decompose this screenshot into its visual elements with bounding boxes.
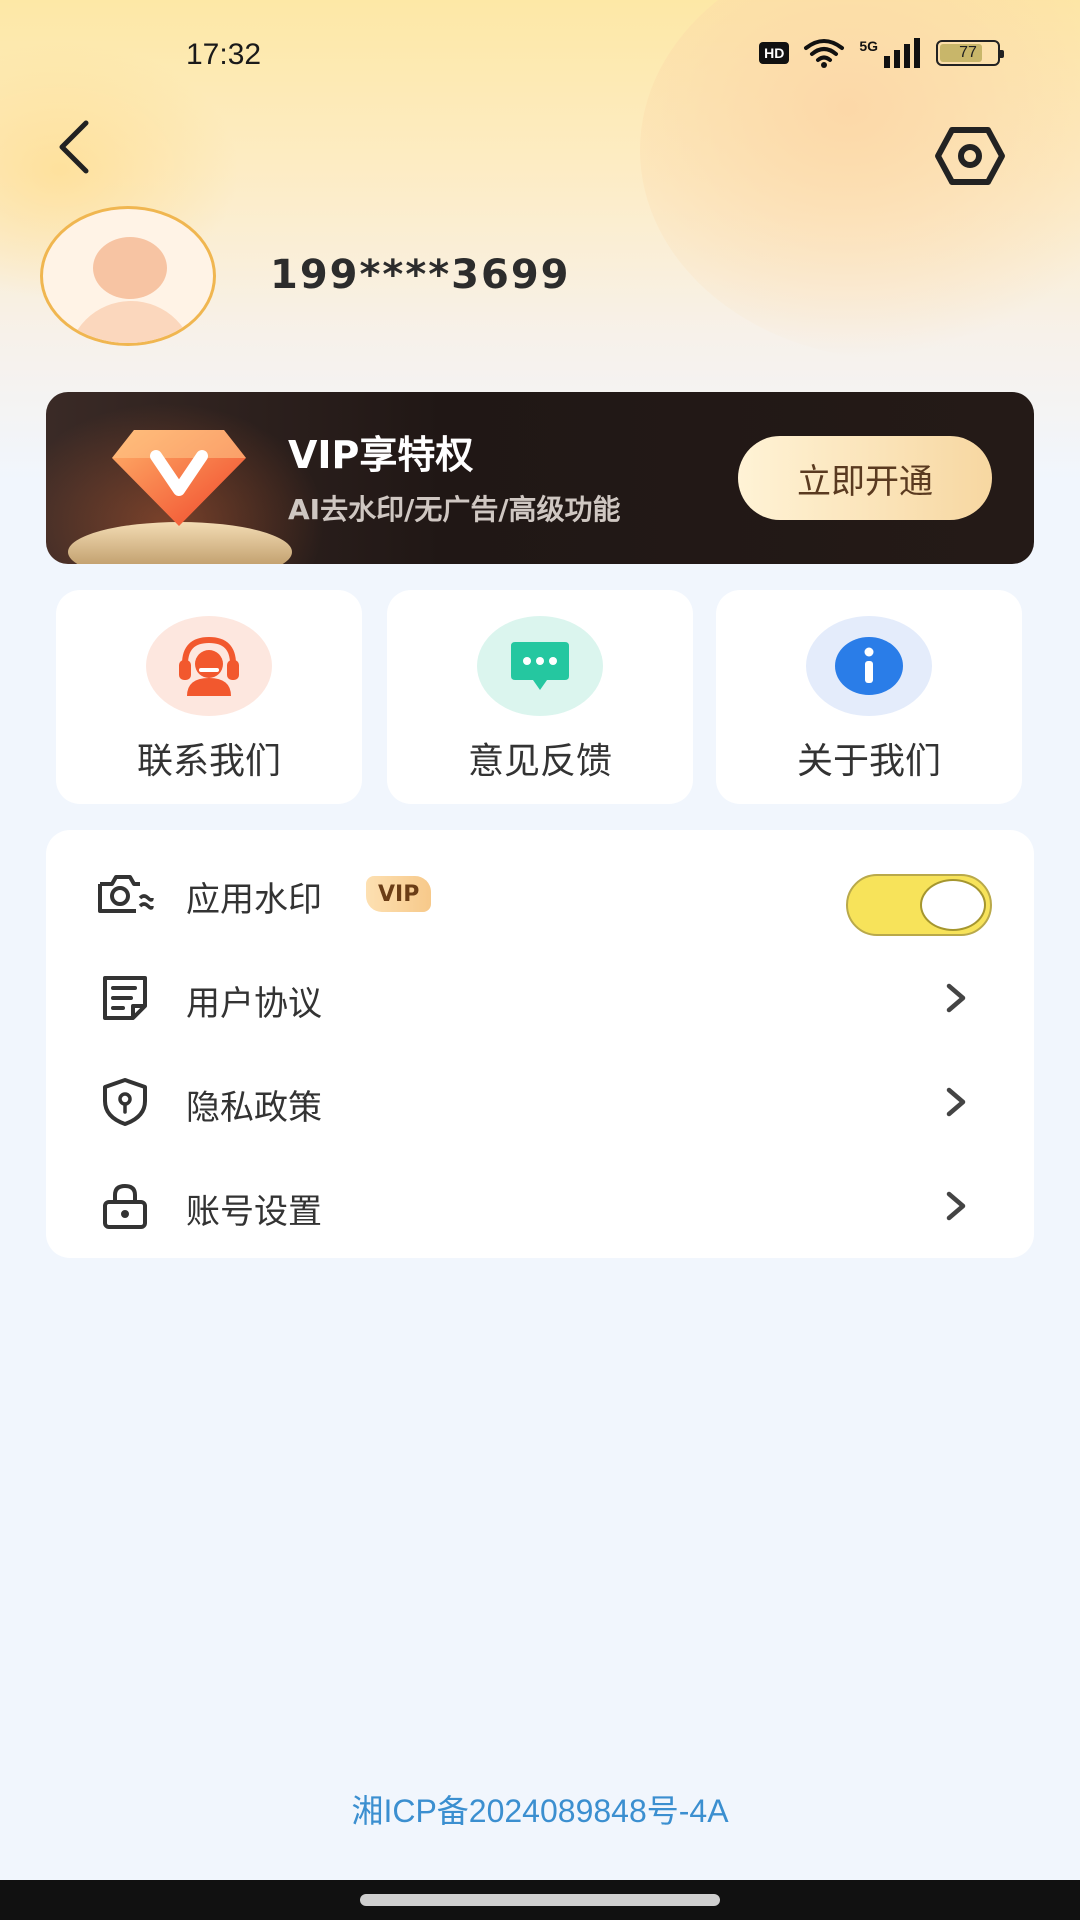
shield-icon [96,1074,154,1130]
lock-icon [96,1178,154,1234]
settings-menu: 应用水印 VIP 用户协议 隐私政策 账号设置 [46,830,1034,1258]
about-us-label: 关于我们 [796,741,941,782]
icp-record-link[interactable]: 湘ICP备2024089848号-4A [0,1786,1080,1832]
menu-item-account-settings[interactable]: 账号设置 [46,1154,1034,1258]
chevron-right-icon [936,976,976,1020]
toggle-knob [920,879,986,931]
feedback-icon-circle [477,616,603,716]
about-icon-circle [806,616,932,716]
chat-bubble-icon [511,642,569,690]
vip-badge: VIP [366,876,432,912]
vip-diamond-icon [112,430,246,526]
vip-open-button[interactable]: 立即开通 [738,436,992,520]
settings-button[interactable] [930,120,1010,192]
feedback-card[interactable]: 意见反馈 [387,590,693,804]
customer-service-icon [179,636,239,696]
status-icons: HD 5G 77 [759,38,1004,68]
watermark-toggle[interactable] [846,874,992,936]
contact-us-label: 联系我们 [136,741,281,782]
account-settings-label: 账号设置 [186,1192,322,1232]
watermark-label: 应用水印 [186,880,322,920]
about-us-card[interactable]: 关于我们 [716,590,1022,804]
status-bar: 17:32 HD 5G 77 [0,0,1080,110]
signal-icon [884,38,920,68]
vip-title: VIP享特权 [288,433,474,477]
privacy-policy-label: 隐私政策 [186,1088,322,1128]
avatar[interactable] [40,206,216,346]
contact-us-card[interactable]: 联系我们 [56,590,362,804]
camera-icon [96,866,154,922]
menu-item-user-agreement[interactable]: 用户协议 [46,946,1034,1050]
hd-badge: HD [759,42,790,64]
user-phone-number: 199****3699 [270,252,571,298]
battery-level: 77 [959,44,977,61]
vip-subtitle: AI去水印/无广告/高级功能 [288,493,621,526]
menu-item-watermark: 应用水印 VIP [46,842,1034,946]
contact-icon-circle [146,616,272,716]
vip-banner[interactable]: VIP享特权 AI去水印/无广告/高级功能 立即开通 [46,392,1034,564]
network-type: 5G [859,38,878,54]
user-agreement-label: 用户协议 [186,984,322,1024]
document-icon [96,970,154,1026]
hexagon-settings-icon [935,127,1005,185]
chevron-left-icon [59,120,89,174]
battery-icon: 77 [936,40,1004,66]
status-time: 17:32 [186,38,262,71]
chevron-right-icon [936,1080,976,1124]
home-indicator[interactable] [360,1894,720,1906]
back-button[interactable] [44,112,104,182]
chevron-right-icon [936,1184,976,1228]
feedback-label: 意见反馈 [467,741,612,782]
menu-item-privacy-policy[interactable]: 隐私政策 [46,1050,1034,1154]
info-icon [835,637,903,695]
wifi-icon [804,39,845,68]
